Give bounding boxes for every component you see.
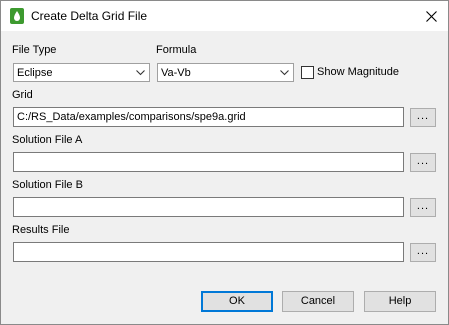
- solution-b-label: Solution File B: [12, 179, 83, 191]
- formula-value: Va-Vb: [161, 67, 191, 79]
- solution-b-input[interactable]: [13, 197, 404, 217]
- formula-select[interactable]: Va-Vb: [157, 63, 294, 82]
- grid-browse-button[interactable]: ...: [410, 108, 436, 127]
- chevron-down-icon: [136, 70, 145, 76]
- formula-label: Formula: [156, 44, 197, 56]
- window-title: Create Delta Grid File: [31, 9, 148, 23]
- title-bar: Create Delta Grid File: [1, 1, 448, 31]
- close-button[interactable]: [414, 1, 448, 31]
- grid-path-input[interactable]: C:/RS_Data/examples/comparisons/spe9a.gr…: [13, 107, 404, 127]
- show-magnitude-label: Show Magnitude: [317, 66, 399, 78]
- file-type-select[interactable]: Eclipse: [13, 63, 150, 82]
- file-type-label: File Type: [12, 44, 57, 56]
- app-icon: [10, 8, 24, 24]
- cancel-button[interactable]: Cancel: [282, 291, 354, 312]
- grid-path-value: C:/RS_Data/examples/comparisons/spe9a.gr…: [17, 111, 246, 123]
- ok-button[interactable]: OK: [201, 291, 273, 312]
- close-icon: [425, 10, 437, 22]
- file-type-value: Eclipse: [17, 67, 53, 79]
- chevron-down-icon: [280, 70, 289, 76]
- grid-label: Grid: [12, 89, 33, 101]
- solution-b-browse-button[interactable]: ...: [410, 198, 436, 217]
- solution-a-input[interactable]: [13, 152, 404, 172]
- solution-a-label: Solution File A: [12, 134, 83, 146]
- show-magnitude-checkbox[interactable]: [301, 66, 314, 79]
- dialog-window: Create Delta Grid File File Type Eclipse…: [0, 0, 449, 325]
- results-file-input[interactable]: [13, 242, 404, 262]
- help-button[interactable]: Help: [364, 291, 436, 312]
- solution-a-browse-button[interactable]: ...: [410, 153, 436, 172]
- results-file-browse-button[interactable]: ...: [410, 243, 436, 262]
- results-file-label: Results File: [12, 224, 70, 236]
